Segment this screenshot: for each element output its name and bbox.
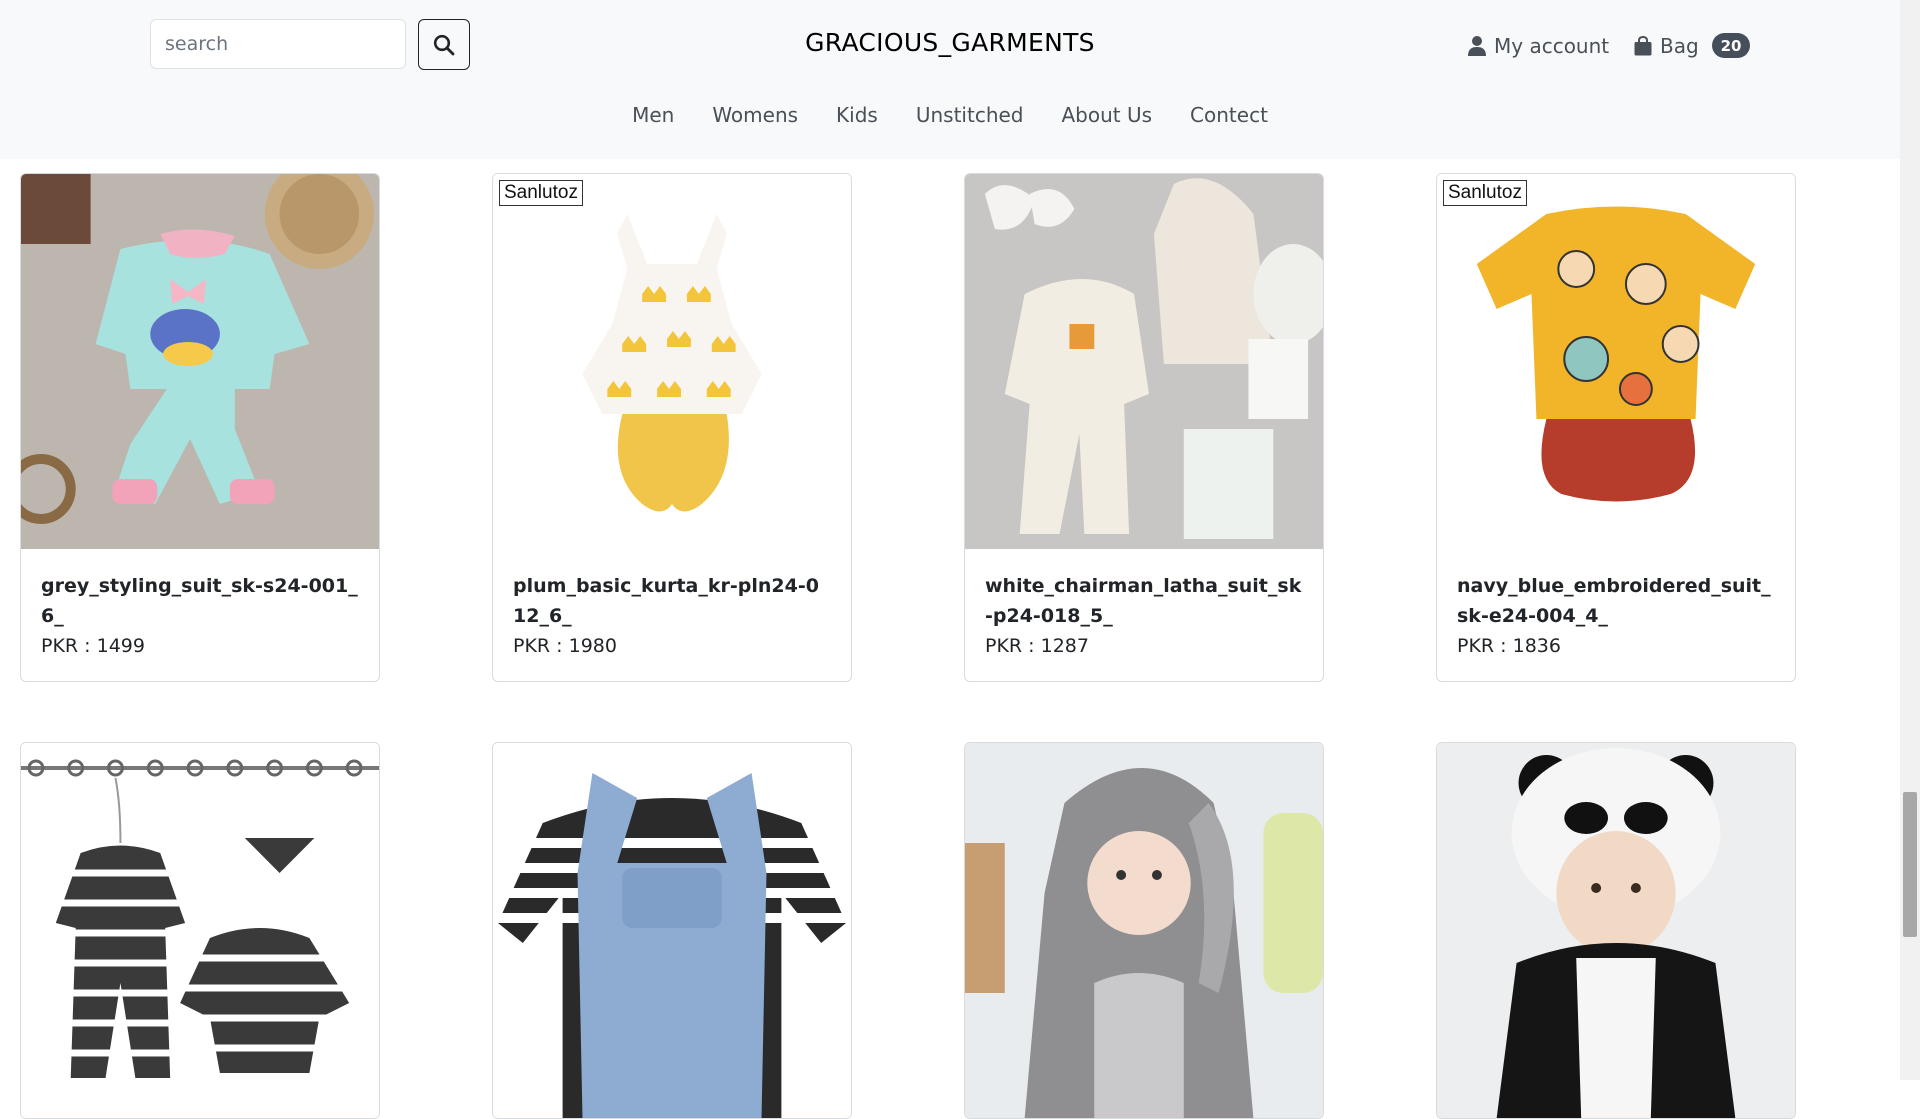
product-image[interactable] xyxy=(21,174,379,549)
bag-count-badge: 20 xyxy=(1712,33,1750,58)
search-icon xyxy=(433,34,455,55)
product-card[interactable] xyxy=(492,742,852,1119)
product-card[interactable] xyxy=(20,742,380,1119)
product-title[interactable]: plum_basic_kurta_kr-pln24-012_6_ xyxy=(513,571,831,631)
product-card[interactable] xyxy=(964,742,1324,1119)
product-image[interactable]: Sanlutoz xyxy=(1437,174,1795,549)
product-image[interactable] xyxy=(965,174,1323,549)
scrollbar-thumb[interactable] xyxy=(1903,792,1917,937)
my-account-link[interactable]: My account xyxy=(1468,31,1609,61)
main-nav: Men Womens Kids Unstitched About Us Cont… xyxy=(0,103,1900,127)
bag-label: Bag xyxy=(1660,34,1699,58)
product-price: PKR : 1287 xyxy=(985,635,1089,657)
product-price: PKR : 1499 xyxy=(41,635,145,657)
brand-title[interactable]: GRACIOUS_GARMENTS xyxy=(700,28,1200,57)
nav-item-about-us[interactable]: About Us xyxy=(1043,103,1172,127)
product-image[interactable]: Sanlutoz xyxy=(493,174,851,549)
product-card[interactable]: grey_styling_suit_sk-s24-001_6_ PKR : 14… xyxy=(20,173,380,682)
page-scrollbar[interactable] xyxy=(1900,0,1920,1080)
image-brand-label: Sanlutoz xyxy=(499,180,583,206)
product-grid: grey_styling_suit_sk-s24-001_6_ PKR : 14… xyxy=(20,173,1800,1119)
bag-link[interactable]: Bag xyxy=(1634,31,1699,61)
product-card[interactable]: Sanlutoz plum_basic_kurta_kr-pln24-012_6… xyxy=(492,173,852,682)
product-card[interactable]: white_chairman_latha_suit_sk-p24-018_5_ … xyxy=(964,173,1324,682)
nav-item-unstitched[interactable]: Unstitched xyxy=(897,103,1043,127)
nav-item-kids[interactable]: Kids xyxy=(817,103,897,127)
product-title[interactable]: navy_blue_embroidered_suit_sk-e24-004_4_ xyxy=(1457,571,1775,631)
my-account-label: My account xyxy=(1494,34,1610,58)
search-button[interactable] xyxy=(418,19,470,70)
search-input[interactable] xyxy=(150,19,406,69)
nav-item-contect[interactable]: Contect xyxy=(1171,103,1287,127)
product-card[interactable] xyxy=(1436,742,1796,1119)
product-title[interactable]: grey_styling_suit_sk-s24-001_6_ xyxy=(41,571,359,631)
product-card[interactable]: Sanlutoz navy_blue_embroidered_suit_sk-e… xyxy=(1436,173,1796,682)
product-price: PKR : 1980 xyxy=(513,635,617,657)
nav-item-womens[interactable]: Womens xyxy=(693,103,817,127)
site-header: GRACIOUS_GARMENTS My account Bag 20 Men … xyxy=(0,0,1900,159)
product-price: PKR : 1836 xyxy=(1457,635,1561,657)
nav-item-men[interactable]: Men xyxy=(613,103,693,127)
product-image[interactable] xyxy=(21,743,379,1118)
product-image[interactable] xyxy=(493,743,851,1118)
image-brand-label: Sanlutoz xyxy=(1443,180,1527,206)
user-icon xyxy=(1468,36,1486,56)
bag-icon xyxy=(1634,36,1652,56)
product-image[interactable] xyxy=(1437,743,1795,1118)
product-title[interactable]: white_chairman_latha_suit_sk-p24-018_5_ xyxy=(985,571,1303,631)
product-image[interactable] xyxy=(965,743,1323,1118)
